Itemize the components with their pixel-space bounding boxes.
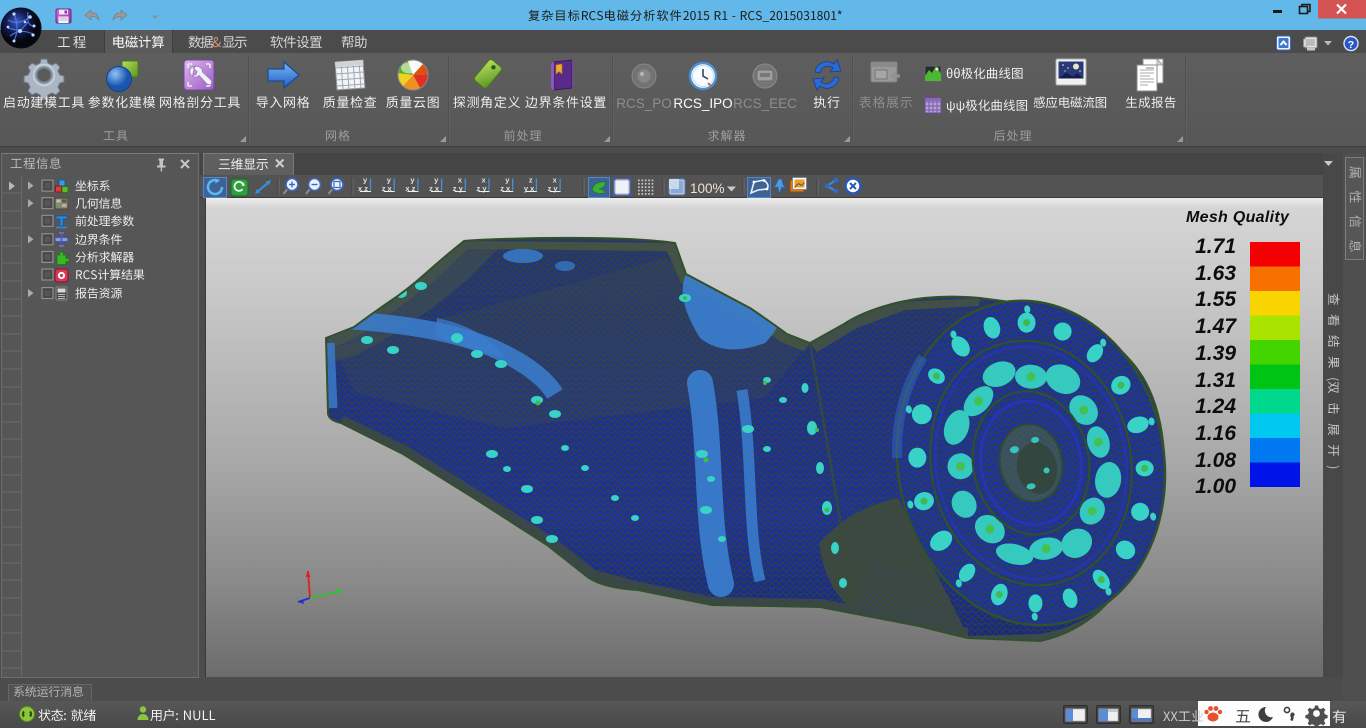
svg-text:?: ? <box>1348 39 1354 51</box>
svg-text:z: z <box>529 176 533 185</box>
